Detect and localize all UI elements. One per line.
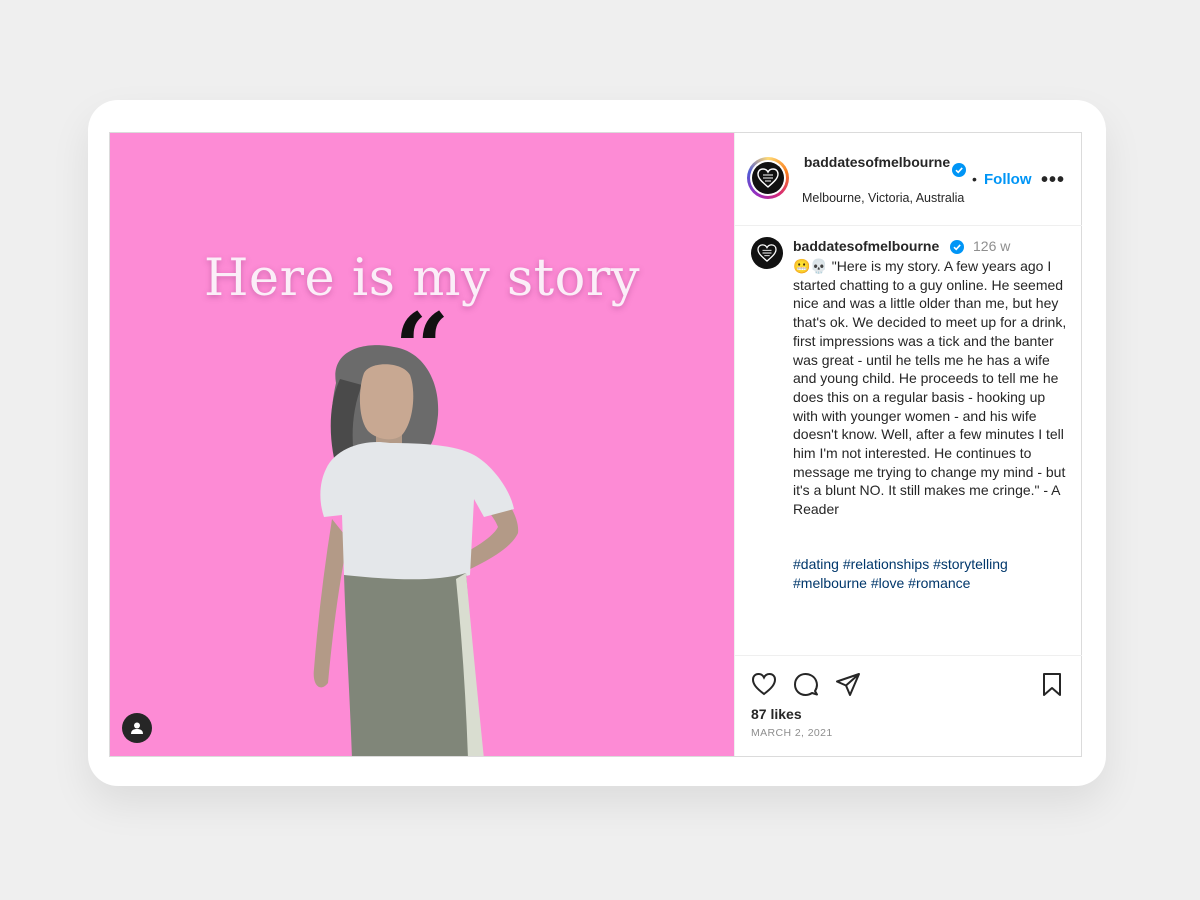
heart-icon[interactable] [751, 672, 777, 696]
caption-text: 😬💀 "Here is my story. A few years ago I … [793, 258, 1067, 518]
location-link[interactable]: Melbourne, Victoria, Australia [802, 191, 964, 205]
user-tag-icon [131, 722, 143, 734]
separator-dot: • [972, 171, 977, 187]
image-title: Here is my story [203, 249, 641, 308]
woman-illustration [313, 345, 519, 756]
follow-button[interactable]: Follow [984, 171, 1032, 188]
verified-badge-icon [952, 163, 966, 177]
post-header: baddatesofmelbourne • Follow ••• Melbour… [735, 133, 1082, 226]
avatar[interactable] [747, 157, 789, 199]
caption-hashtags[interactable]: #dating #relationships #storytelling #me… [793, 555, 1069, 592]
heart-logo-icon [757, 244, 777, 262]
more-options-icon[interactable]: ••• [1041, 169, 1065, 192]
heart-logo-icon [757, 168, 779, 188]
caption-avatar[interactable] [751, 237, 783, 269]
verified-badge-icon [950, 240, 964, 254]
post-sidebar: baddatesofmelbourne • Follow ••• Melbour… [734, 133, 1082, 756]
post-image[interactable]: “ Here is my story [110, 133, 734, 756]
action-bar: 87 likes MARCH 2, 2021 [735, 655, 1082, 757]
comment-icon[interactable] [793, 672, 819, 698]
send-icon[interactable] [835, 672, 861, 698]
post-age[interactable]: 126 w [973, 238, 1010, 254]
caption-username[interactable]: baddatesofmelbourne [793, 238, 939, 254]
user-tag-button[interactable] [122, 713, 152, 743]
header-username[interactable]: baddatesofmelbourne [802, 153, 952, 171]
instagram-post: “ Here is my story baddatesofmelbourne •… [109, 132, 1082, 757]
post-date: MARCH 2, 2021 [751, 727, 833, 739]
likes-count[interactable]: 87 likes [751, 706, 802, 722]
bookmark-icon[interactable] [1041, 672, 1063, 698]
